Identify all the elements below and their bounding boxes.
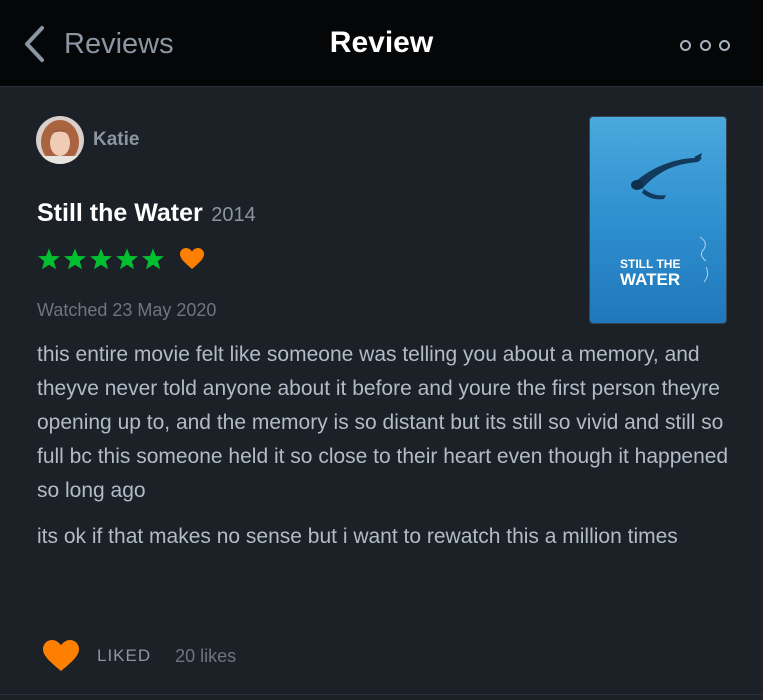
like-heart-icon[interactable] <box>42 639 80 673</box>
review-paragraph: its ok if that makes no sense but i want… <box>37 525 678 548</box>
film-year[interactable]: 2014 <box>211 204 256 226</box>
film-poster[interactable]: STILL THE WATER <box>589 116 727 324</box>
more-options-icon <box>719 39 730 51</box>
star-icon <box>64 248 86 270</box>
film-heading[interactable]: Still the Water 2014 <box>37 199 256 228</box>
film-title[interactable]: Still the Water <box>37 199 203 227</box>
more-options-button[interactable] <box>680 36 730 54</box>
review-text: this entire movie felt like someone was … <box>37 338 737 566</box>
avatar[interactable] <box>36 116 84 164</box>
liked-heart-icon <box>180 248 204 269</box>
poster-title: STILL THE WATER <box>620 258 680 288</box>
star-icon <box>142 248 164 270</box>
likes-count[interactable]: 20 likes <box>175 646 236 667</box>
star-icon <box>90 248 112 270</box>
page-title: Review <box>329 26 434 59</box>
top-navigation-bar: Reviews Review <box>0 0 763 87</box>
star-icon <box>116 248 138 270</box>
poster-title-line: WATER <box>620 269 681 289</box>
review-paragraph: this entire movie felt like someone was … <box>37 343 729 502</box>
star-icon <box>38 248 60 270</box>
divider <box>0 694 763 695</box>
liked-label: LIKED <box>97 646 152 665</box>
like-footer: LIKED 20 likes <box>42 638 236 674</box>
poster-title-line: STILL THE <box>620 257 681 271</box>
rating-row <box>37 247 205 271</box>
reviewer-name[interactable]: Katie <box>93 129 139 151</box>
watched-date: Watched 23 May 2020 <box>37 300 217 320</box>
more-options-icon <box>699 39 711 51</box>
more-options-icon <box>680 39 691 51</box>
